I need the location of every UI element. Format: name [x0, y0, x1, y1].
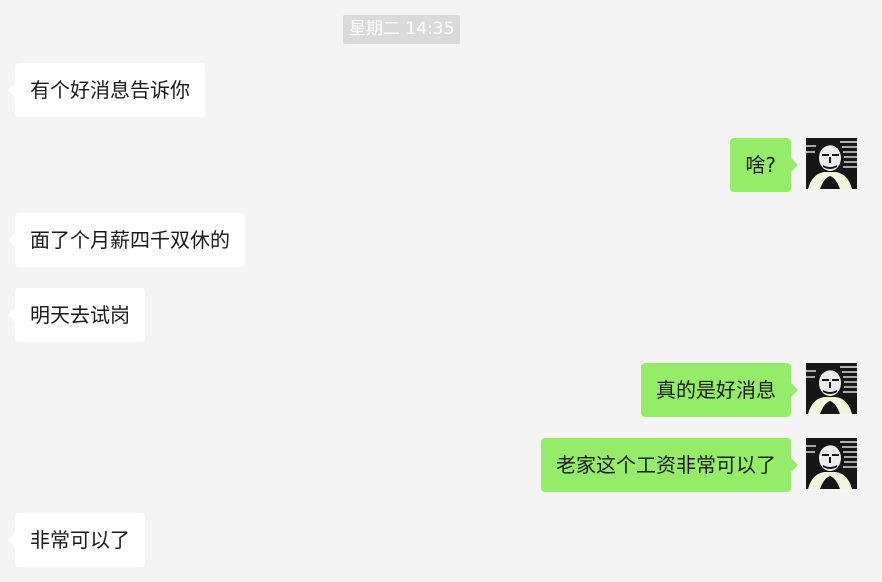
portrait-avatar-icon	[806, 363, 857, 414]
message-bubble-outgoing[interactable]: 老家这个工资非常可以了	[541, 438, 798, 492]
portrait-avatar-icon	[806, 438, 857, 489]
chat-area: 星期二 14:35 有个好消息告诉你 啥? 面了个月薪四千双休的 明天去试岗 真…	[0, 0, 882, 582]
message-bubble-incoming[interactable]: 明天去试岗	[8, 288, 145, 342]
message-bubble-incoming[interactable]: 有个好消息告诉你	[8, 63, 205, 117]
message-bubble-outgoing[interactable]: 啥?	[730, 138, 798, 192]
message-bubble-outgoing[interactable]: 真的是好消息	[641, 363, 798, 417]
avatar[interactable]	[806, 138, 857, 189]
avatar[interactable]	[806, 363, 857, 414]
avatar[interactable]	[806, 438, 857, 489]
message-bubble-incoming[interactable]: 非常可以了	[8, 513, 145, 567]
timestamp: 星期二 14:35	[343, 15, 461, 44]
portrait-avatar-icon	[806, 138, 857, 189]
message-bubble-incoming[interactable]: 面了个月薪四千双休的	[8, 213, 245, 267]
